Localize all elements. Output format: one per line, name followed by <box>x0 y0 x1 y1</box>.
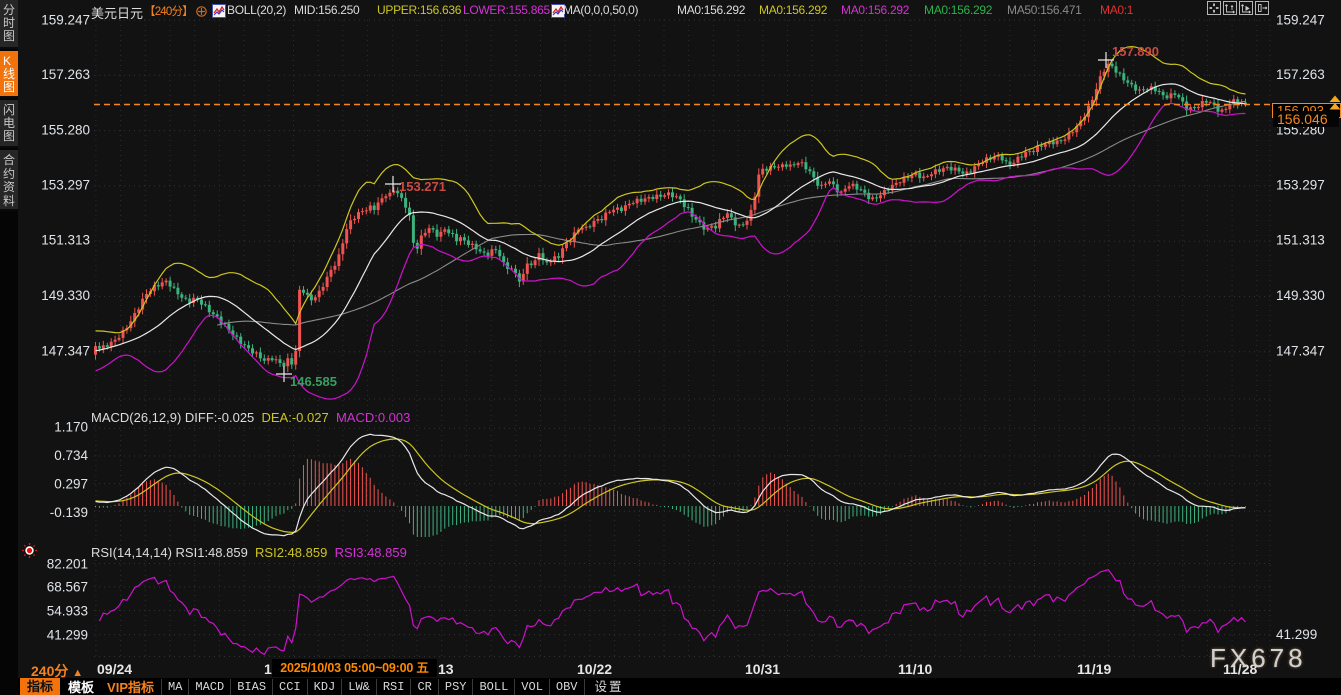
svg-text:0.734: 0.734 <box>54 448 88 463</box>
svg-text:82.201: 82.201 <box>47 557 88 572</box>
svg-text:147.347: 147.347 <box>1276 344 1325 359</box>
svg-text:68.567: 68.567 <box>47 580 88 595</box>
svg-text:-0.139: -0.139 <box>50 505 88 520</box>
svg-text:151.313: 151.313 <box>1276 233 1325 248</box>
svg-text:149.330: 149.330 <box>41 288 90 303</box>
svg-text:147.347: 147.347 <box>41 344 90 359</box>
svg-text:155.280: 155.280 <box>41 123 90 138</box>
svg-text:157.263: 157.263 <box>41 67 90 82</box>
svg-text:157.263: 157.263 <box>1276 67 1325 82</box>
svg-text:41.299: 41.299 <box>47 628 88 643</box>
svg-text:54.933: 54.933 <box>47 604 88 619</box>
svg-text:149.330: 149.330 <box>1276 288 1325 303</box>
svg-text:153.297: 153.297 <box>1276 178 1325 193</box>
svg-text:153.297: 153.297 <box>41 178 90 193</box>
svg-text:151.313: 151.313 <box>41 233 90 248</box>
svg-text:1.170: 1.170 <box>54 420 88 435</box>
svg-text:41.299: 41.299 <box>1276 627 1317 642</box>
svg-text:0.297: 0.297 <box>54 477 88 492</box>
